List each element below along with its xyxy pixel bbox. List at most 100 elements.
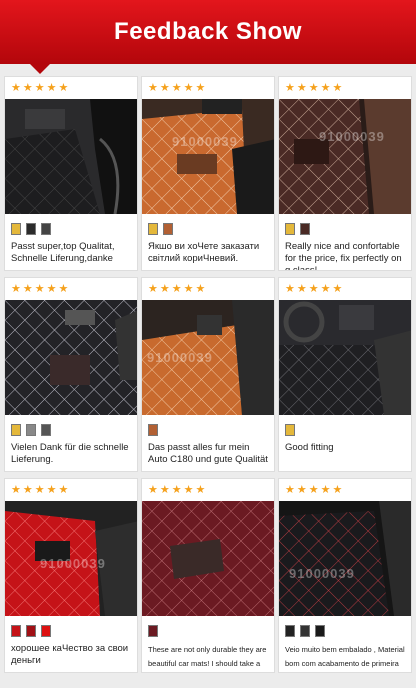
thumbnail-strip [11,424,51,436]
review-caption: Das passt alles fur mein Auto C180 und g… [148,442,268,465]
watermark: 91000039 [319,129,385,144]
thumbnail-strip [285,625,325,637]
star-icon: ★ [159,283,170,295]
star-icon: ★ [285,484,295,496]
review-card[interactable]: ★ ★ ★ ★ ★ 91000039 хорошее каЧество за свои … [4,478,138,673]
watermark: 91000039 [289,566,355,581]
star-icon: ★ [332,283,343,295]
star-icon: ★ [58,484,69,496]
thumbnail-strip [285,223,310,235]
banner-notch [30,64,50,74]
star-icon: ★ [320,283,331,295]
photo-thumbnail[interactable] [26,625,36,637]
photo-thumbnail[interactable] [315,625,325,637]
star-icon: ★ [171,283,182,295]
header-banner: Feedback Show [0,0,416,74]
review-photo[interactable] [5,300,137,415]
star-icon: ★ [159,484,170,496]
star-icon: ★ [308,283,319,295]
photo-thumbnail[interactable] [11,424,21,436]
star-rating: ★ ★ ★ ★ ★ [285,283,342,295]
star-rating: ★ ★ ★ ★ ★ [11,484,68,496]
review-card[interactable]: ★ ★ ★ ★ ★ Vielen Dank für die schnelle Liefe… [4,277,138,472]
review-card[interactable]: ★ ★ ★ ★ ★ Good fitting [278,277,412,472]
star-icon: ★ [58,82,69,94]
photo-thumbnail[interactable] [26,424,36,436]
review-photo[interactable]: 91000039 [279,501,411,616]
star-icon: ★ [308,82,319,94]
review-caption: Really nice and confortable for the pric… [285,241,402,271]
star-rating: ★ ★ ★ ★ ★ [11,283,68,295]
review-card[interactable]: ★ ★ ★ ★ ★ Passt super,top Qualitat, Schnelle… [4,76,138,271]
thumbnail-strip [285,424,295,436]
review-photo[interactable]: 91000039 [5,501,137,616]
photo-thumbnail[interactable] [163,223,173,235]
star-icon: ★ [332,82,343,94]
star-icon: ★ [296,283,307,295]
review-photo[interactable]: 91000039 [142,300,274,415]
star-icon: ★ [195,283,206,295]
photo-thumbnail[interactable] [41,223,51,235]
star-icon: ★ [332,484,343,496]
review-caption: Passt super,top Qualitat, Schnelle Lifer… [11,241,115,264]
review-card[interactable]: ★ ★ ★ ★ ★ 91000039 Das passt alles fur mein … [141,277,275,472]
thumbnail-strip [11,625,51,637]
star-icon: ★ [22,484,33,496]
star-icon: ★ [183,82,194,94]
star-icon: ★ [11,484,21,496]
photo-thumbnail[interactable] [300,625,310,637]
star-icon: ★ [148,283,158,295]
watermark: 91000039 [147,350,213,365]
photo-thumbnail[interactable] [285,424,295,436]
photo-thumbnail[interactable] [148,625,158,637]
review-card[interactable]: ★ ★ ★ ★ ★ 91000039 Really nice and confortab… [278,76,412,271]
photo-thumbnail[interactable] [300,223,310,235]
review-caption: Якшо ви хоЧете заказати світлий кориЧнев… [148,241,260,264]
review-photo[interactable]: 91000039 [142,99,274,214]
watermark: 91000039 [40,556,106,571]
photo-thumbnail[interactable] [148,424,158,436]
review-photo[interactable] [5,99,137,214]
star-icon: ★ [285,82,295,94]
star-icon: ★ [171,82,182,94]
photo-thumbnail[interactable] [41,625,51,637]
review-caption: хорошее каЧество за свои деньги [11,643,129,666]
photo-thumbnail[interactable] [11,223,21,235]
star-icon: ★ [320,484,331,496]
photo-thumbnail[interactable] [285,223,295,235]
star-rating: ★ ★ ★ ★ ★ [148,283,205,295]
review-card[interactable]: ★ ★ ★ ★ ★ These are not only durable they ar… [141,478,275,673]
thumbnail-strip [148,223,173,235]
review-photo[interactable]: 91000039 [279,99,411,214]
star-icon: ★ [46,484,57,496]
review-caption: Vielen Dank für die schnelle Lieferung. [11,442,129,465]
star-icon: ★ [183,484,194,496]
thumbnail-strip [148,424,158,436]
star-icon: ★ [296,82,307,94]
photo-thumbnail[interactable] [41,424,51,436]
star-rating: ★ ★ ★ ★ ★ [11,82,68,94]
star-icon: ★ [148,484,158,496]
star-icon: ★ [195,82,206,94]
review-card[interactable]: ★ ★ ★ ★ ★ 91000039 Veio muito bem embalado ,… [278,478,412,673]
photo-thumbnail[interactable] [26,223,36,235]
star-icon: ★ [11,283,21,295]
review-photo[interactable] [279,300,411,415]
photo-thumbnail[interactable] [285,625,295,637]
review-card[interactable]: ★ ★ ★ ★ ★ 91000039 Якшо ви хоЧете заказати с… [141,76,275,271]
star-icon: ★ [34,82,45,94]
star-icon: ★ [296,484,307,496]
photo-thumbnail[interactable] [11,625,21,637]
review-caption: These are not only durable they are beau… [148,645,267,668]
star-icon: ★ [320,82,331,94]
star-icon: ★ [46,82,57,94]
star-rating: ★ ★ ★ ★ ★ [148,82,205,94]
review-photo[interactable] [142,501,274,616]
star-icon: ★ [285,283,295,295]
thumbnail-strip [148,625,158,637]
star-rating: ★ ★ ★ ★ ★ [285,82,342,94]
star-icon: ★ [159,82,170,94]
photo-thumbnail[interactable] [148,223,158,235]
star-icon: ★ [183,283,194,295]
page-title: Feedback Show [114,18,302,45]
